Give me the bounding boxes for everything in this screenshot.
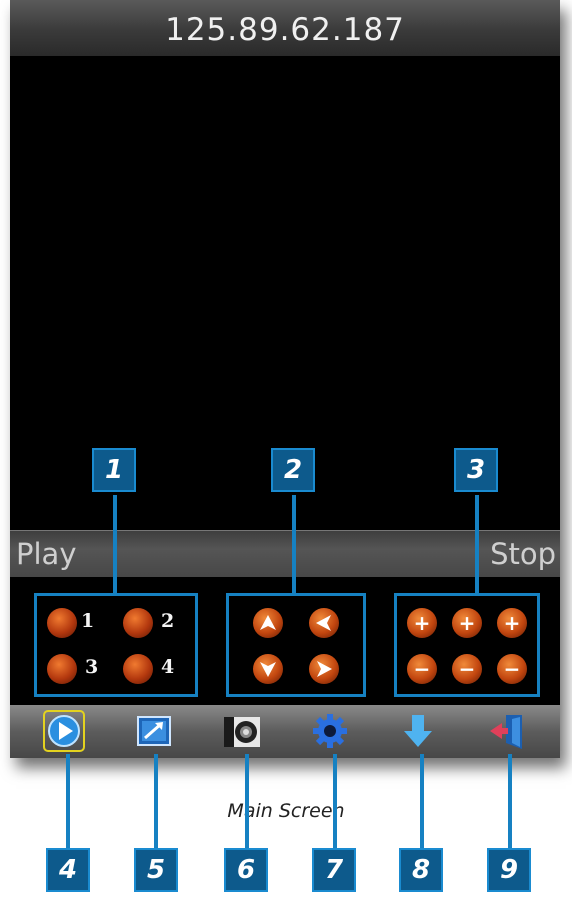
picture-icon (137, 716, 171, 746)
minus-icon: − (458, 657, 476, 681)
download-tool-button[interactable] (396, 709, 440, 753)
callout-8: 8 (399, 848, 443, 892)
callout-2: 2 (271, 448, 315, 492)
channel-2-label: 2 (161, 610, 175, 632)
callout-4: 4 (46, 848, 90, 892)
callout-5: 5 (134, 848, 178, 892)
callout-6: 6 (224, 848, 268, 892)
play-tool-button[interactable] (42, 709, 86, 753)
gear-icon (313, 714, 347, 748)
arrow-down-icon (260, 662, 276, 677)
arrow-left-icon (316, 615, 331, 631)
exit-icon (490, 715, 522, 749)
callout-3: 3 (454, 448, 498, 492)
phone-screen: 125.89.62.187 Play Stop 1 2 3 4 + + + − … (10, 0, 560, 758)
channel-1-button[interactable] (47, 608, 77, 638)
arrow-right-icon (317, 661, 332, 677)
channel-4-label: 4 (161, 656, 175, 678)
title-bar: 125.89.62.187 (10, 0, 560, 56)
minus-icon: − (503, 657, 521, 681)
focus-out-button[interactable]: − (452, 654, 482, 684)
iris-close-button[interactable]: − (497, 654, 527, 684)
callout-line-4 (66, 754, 70, 850)
exit-tool-button[interactable] (484, 709, 528, 753)
callout-line-2 (292, 495, 296, 595)
play-icon (43, 710, 85, 752)
stop-button[interactable]: Stop (490, 537, 556, 571)
settings-tool-button[interactable] (308, 709, 352, 753)
pan-left-button[interactable] (309, 608, 339, 638)
pan-up-button[interactable] (253, 608, 283, 638)
callout-9: 9 (487, 848, 531, 892)
callout-line-8 (420, 754, 424, 850)
callout-line-1 (113, 495, 117, 595)
ptz-direction-group (226, 593, 366, 697)
pan-down-button[interactable] (253, 654, 283, 684)
picture-tool-button[interactable] (132, 709, 176, 753)
callout-7: 7 (312, 848, 356, 892)
snapshot-tool-button[interactable] (220, 709, 264, 753)
zoom-focus-group: + + + − − − (394, 593, 540, 697)
callout-1: 1 (92, 448, 136, 492)
plus-icon: + (413, 611, 431, 635)
camera-icon (224, 717, 260, 747)
minus-icon: − (413, 657, 431, 681)
channel-4-button[interactable] (123, 654, 153, 684)
callout-line-7 (333, 754, 337, 850)
channel-group: 1 2 3 4 (34, 593, 198, 697)
play-button[interactable]: Play (16, 537, 76, 571)
channel-2-button[interactable] (123, 608, 153, 638)
channel-1-label: 1 (81, 610, 95, 632)
plus-icon: + (458, 611, 476, 635)
channel-3-label: 3 (85, 656, 99, 678)
callout-line-5 (154, 754, 158, 850)
iris-open-button[interactable]: + (497, 608, 527, 638)
callout-line-9 (508, 754, 512, 850)
download-icon (404, 715, 432, 747)
callout-line-3 (475, 495, 479, 595)
control-area: 1 2 3 4 + + + − − − (10, 577, 560, 705)
caption: Main Screen (227, 800, 345, 822)
ip-address: 125.89.62.187 (165, 12, 405, 48)
zoom-in-button[interactable]: + (407, 608, 437, 638)
zoom-out-button[interactable]: − (407, 654, 437, 684)
bottom-toolbar (10, 705, 560, 758)
plus-icon: + (503, 611, 521, 635)
callout-line-6 (245, 754, 249, 850)
pan-right-button[interactable] (309, 654, 339, 684)
focus-in-button[interactable]: + (452, 608, 482, 638)
channel-3-button[interactable] (47, 654, 77, 684)
arrow-up-icon (260, 615, 276, 630)
